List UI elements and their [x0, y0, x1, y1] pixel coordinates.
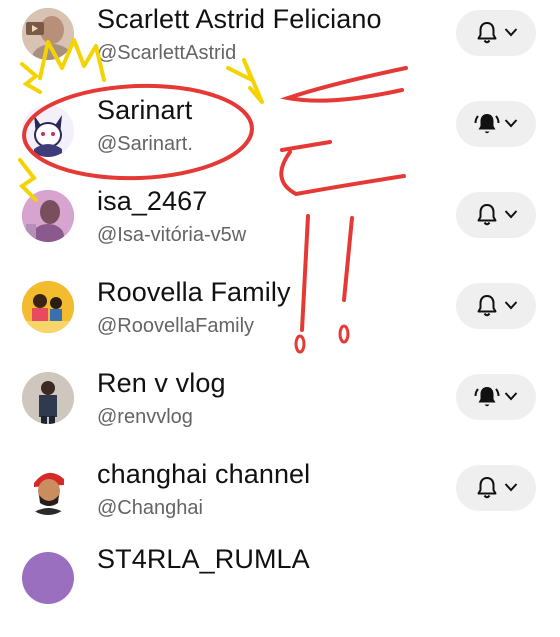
avatar[interactable]: [22, 463, 74, 515]
chevron-down-icon: [504, 301, 518, 310]
channel-row[interactable]: changhai channel @Changhai: [0, 455, 560, 546]
bell-outline-icon: [477, 204, 497, 226]
bell-outline-icon: [477, 22, 497, 44]
channel-row[interactable]: isa_2467 @Isa-vitória-v5w: [0, 182, 560, 273]
avatar[interactable]: [22, 8, 74, 60]
chevron-down-icon: [504, 28, 518, 37]
chevron-down-icon: [504, 119, 518, 128]
channel-row[interactable]: Roovella Family @RoovellaFamily: [0, 273, 560, 364]
avatar[interactable]: [22, 372, 74, 424]
notification-settings-button[interactable]: [456, 283, 536, 329]
channel-handle: @renvvlog: [97, 406, 193, 428]
channel-name[interactable]: Roovella Family: [97, 277, 291, 308]
channel-handle: @ScarlettAstrid: [97, 42, 237, 64]
bell-ringing-filled-icon: [474, 387, 500, 407]
channel-handle: @Isa-vitória-v5w: [97, 224, 247, 246]
notification-settings-button[interactable]: [456, 101, 536, 147]
channel-row[interactable]: Sarinart @Sarinart.: [0, 91, 560, 182]
bell-outline-icon: [477, 295, 497, 317]
channel-name[interactable]: Sarinart: [97, 95, 192, 126]
notification-settings-button[interactable]: [456, 374, 536, 420]
avatar[interactable]: [22, 190, 74, 242]
chevron-down-icon: [504, 392, 518, 401]
channel-row[interactable]: Scarlett Astrid Feliciano @ScarlettAstri…: [0, 0, 560, 91]
channel-name[interactable]: changhai channel: [97, 459, 310, 490]
chevron-down-icon: [504, 210, 518, 219]
notification-settings-button[interactable]: [456, 465, 536, 511]
channel-handle: @Sarinart.: [97, 133, 193, 155]
avatar[interactable]: [22, 105, 74, 157]
avatar[interactable]: [22, 281, 74, 333]
channel-row[interactable]: Ren v vlog @renvvlog: [0, 364, 560, 455]
chevron-down-icon: [504, 483, 518, 492]
channel-name[interactable]: isa_2467: [97, 186, 207, 217]
channel-name[interactable]: Ren v vlog: [97, 368, 226, 399]
bell-outline-icon: [477, 477, 497, 499]
channel-handle: @RoovellaFamily: [97, 315, 255, 337]
channel-name[interactable]: Scarlett Astrid Feliciano: [97, 4, 382, 35]
channel-handle: @Changhai: [97, 497, 203, 519]
notification-settings-button[interactable]: [456, 10, 536, 56]
notification-settings-button[interactable]: [456, 192, 536, 238]
bell-ringing-filled-icon: [474, 114, 500, 134]
